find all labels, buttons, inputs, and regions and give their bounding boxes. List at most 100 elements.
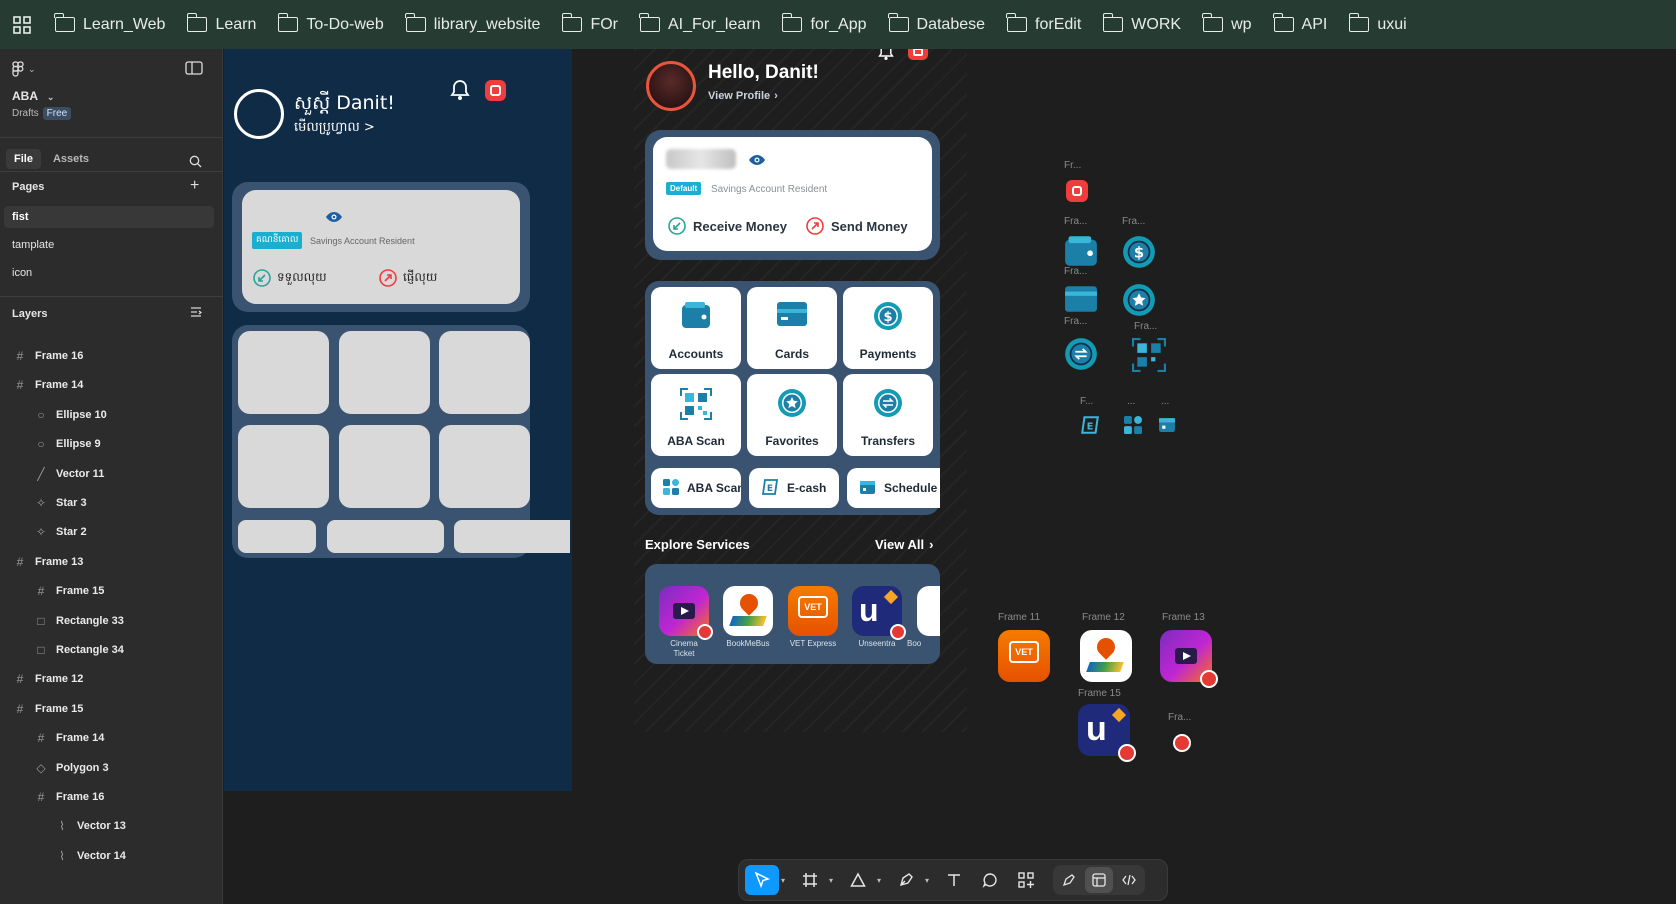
chat-icon[interactable] <box>908 49 928 60</box>
chat-icon[interactable] <box>1066 180 1088 202</box>
calendar-icon[interactable] <box>1158 415 1176 438</box>
layer-item[interactable]: ◇ Polygon 3 <box>35 754 108 782</box>
bookmark-folder[interactable]: library_website <box>395 0 552 49</box>
vet-express-app-icon[interactable]: VET <box>788 586 838 636</box>
tile-payments[interactable]: $ Payments <box>843 287 933 369</box>
project-name[interactable]: ABA ⌄ <box>12 89 54 103</box>
bell-icon[interactable] <box>878 49 894 66</box>
tile-cards[interactable]: Cards <box>747 287 837 369</box>
send-money-button[interactable]: Send Money <box>806 217 908 235</box>
bookmark-folder[interactable]: AI_For_learn <box>629 0 772 49</box>
design-mode-button[interactable] <box>1085 867 1113 893</box>
bookmark-label: Learn <box>215 15 257 33</box>
layer-item[interactable]: # Frame 16 <box>35 783 105 811</box>
unseentra-app-icon[interactable]: u <box>852 586 906 640</box>
bookmark-folder[interactable]: Databese <box>878 0 997 49</box>
search-icon[interactable] <box>189 155 202 171</box>
scan-grid-icon[interactable] <box>1124 416 1142 439</box>
layer-item[interactable]: □ Rectangle 33 <box>35 607 124 635</box>
dev-mode-button[interactable] <box>1115 867 1143 893</box>
folder-icon <box>1006 13 1028 32</box>
page-item[interactable]: icon <box>0 262 216 284</box>
figma-menu-button[interactable]: ⌄ <box>12 61 36 77</box>
bookmark-folder[interactable]: Learn_Web <box>44 0 176 49</box>
e-cash-icon[interactable]: E <box>1080 415 1100 440</box>
chevron-down-icon[interactable]: ▾ <box>925 876 935 885</box>
frame-icon: # <box>16 554 24 569</box>
tab-assets[interactable]: Assets <box>45 149 97 169</box>
eye-icon[interactable] <box>748 153 766 171</box>
actions-button[interactable] <box>1009 865 1043 895</box>
layer-item[interactable]: ⌇ Vector 13 <box>56 812 126 840</box>
app-home-artboard[interactable]: Hello, Danit! View Profile › Default Savi… <box>634 49 967 732</box>
bookmark-folder[interactable]: wp <box>1192 0 1262 49</box>
page-item[interactable]: fist <box>4 206 214 228</box>
bookmebus-app-icon[interactable] <box>723 586 773 636</box>
unseentra-app-icon[interactable]: u <box>1078 704 1136 762</box>
layer-item[interactable]: □ Rectangle 34 <box>35 636 124 664</box>
layer-item[interactable]: # Frame 14 <box>35 724 105 752</box>
tile-aba-scan[interactable]: ABA Scan <box>651 374 741 456</box>
view-profile-link[interactable]: View Profile › <box>708 90 778 102</box>
boo-app-icon[interactable] <box>917 586 940 636</box>
bookmark-folder[interactable]: WORK <box>1092 0 1192 49</box>
view-all-link[interactable]: View All › <box>875 537 933 552</box>
bookmark-folder[interactable]: FOr <box>551 0 629 49</box>
quick-schedule[interactable]: Schedule <box>847 468 940 508</box>
chevron-down-icon[interactable]: ▾ <box>829 876 839 885</box>
dollar-icon[interactable]: $ <box>1122 235 1156 274</box>
apps-grid-icon[interactable] <box>0 0 44 49</box>
layer-item[interactable]: # Frame 16 <box>14 342 84 370</box>
quick-aba-scan[interactable]: ABA Scan <box>651 468 741 508</box>
layer-item[interactable]: # Frame 14 <box>14 371 84 399</box>
cinema-ticket-app-icon[interactable] <box>659 586 713 640</box>
layer-item[interactable]: ○ Ellipse 10 <box>35 401 106 429</box>
card-icon[interactable] <box>1064 285 1098 318</box>
layer-item[interactable]: # Frame 13 <box>14 548 84 576</box>
account-card[interactable]: Default Savings Account Resident Receive… <box>653 137 932 251</box>
layer-item[interactable]: ○ Ellipse 9 <box>35 430 100 458</box>
avatar[interactable] <box>646 61 696 111</box>
chevron-down-icon[interactable]: ▾ <box>877 876 887 885</box>
bookmark-folder[interactable]: Learn <box>176 0 267 49</box>
layer-item[interactable]: ✧ Star 2 <box>35 518 87 546</box>
cinema-ticket-app-icon[interactable] <box>1160 630 1218 688</box>
bookmark-folder[interactable]: uxui <box>1338 0 1417 49</box>
comment-tool-button[interactable] <box>973 865 1007 895</box>
layers-collapse-icon[interactable] <box>190 306 202 321</box>
layer-item[interactable]: ✧ Star 3 <box>35 489 87 517</box>
wireframe-artboard[interactable]: សួស្តី Danit! មើលប្រូហ្វាល > គណនីគោល Sav… <box>224 49 572 791</box>
service-label: Unseentra <box>858 639 896 648</box>
receive-money-button[interactable]: Receive Money <box>668 217 787 235</box>
star-icon[interactable] <box>1122 283 1156 322</box>
bookmark-folder[interactable]: To-Do-web <box>267 0 394 49</box>
pen-tool-button[interactable] <box>889 865 923 895</box>
layer-item[interactable]: ⌇ Vector 14 <box>56 842 126 870</box>
shape-tool-button[interactable] <box>841 865 875 895</box>
layer-item[interactable]: ╱ Vector 11 <box>35 460 104 488</box>
text-tool-button[interactable] <box>937 865 971 895</box>
layer-item[interactable]: # Frame 15 <box>35 577 105 605</box>
quick-e-cash[interactable]: E E-cash <box>749 468 839 508</box>
tile-accounts[interactable]: Accounts <box>651 287 741 369</box>
badge-icon[interactable] <box>1173 734 1191 752</box>
tab-file[interactable]: File <box>6 149 41 169</box>
bookmark-folder[interactable]: forEdit <box>996 0 1092 49</box>
page-item[interactable]: tamplate <box>0 234 216 256</box>
bookmark-folder[interactable]: API <box>1263 0 1339 49</box>
draw-mode-button[interactable] <box>1055 867 1083 893</box>
bookmark-folder[interactable]: for_App <box>771 0 877 49</box>
add-page-icon[interactable]: + <box>190 177 199 195</box>
frame-tool-button[interactable] <box>793 865 827 895</box>
bookmebus-app-icon[interactable] <box>1080 630 1132 682</box>
chevron-down-icon[interactable]: ▾ <box>781 876 791 885</box>
layer-item[interactable]: # Frame 15 <box>14 695 84 723</box>
transfer-icon[interactable] <box>1064 337 1098 376</box>
sidebar-toggle-icon[interactable] <box>185 61 203 78</box>
layer-item[interactable]: # Frame 12 <box>14 665 84 693</box>
vet-express-app-icon[interactable]: VET <box>998 630 1050 682</box>
move-tool-button[interactable] <box>745 865 779 895</box>
qr-scan-icon[interactable] <box>1132 338 1166 377</box>
tile-favorites[interactable]: Favorites <box>747 374 837 456</box>
tile-transfers[interactable]: Transfers <box>843 374 933 456</box>
